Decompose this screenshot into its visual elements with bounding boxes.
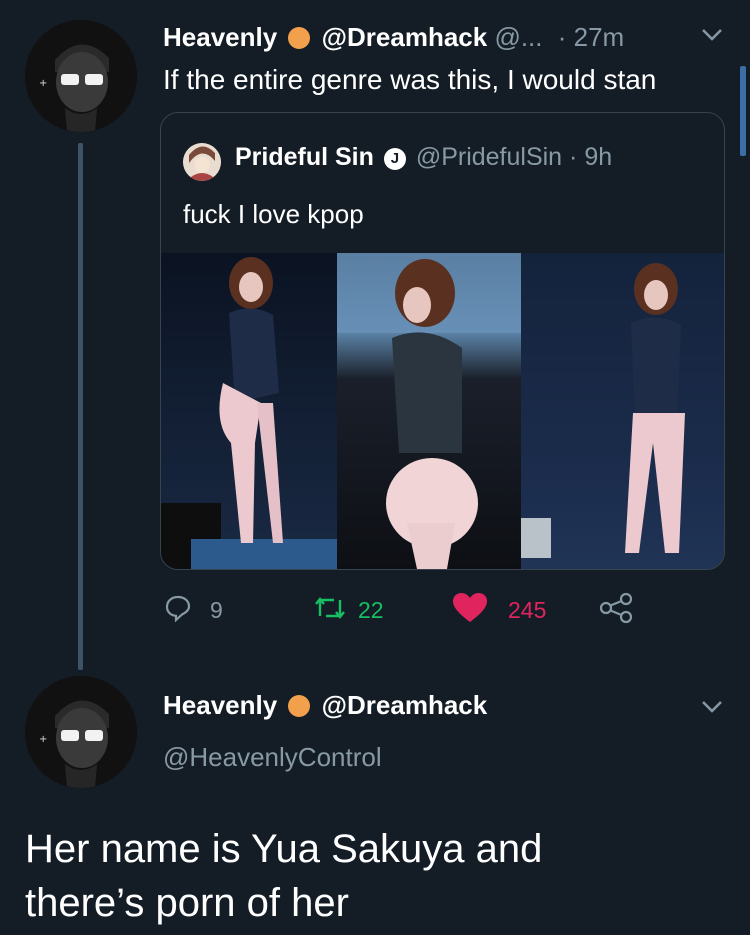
media-photo-2[interactable] xyxy=(337,253,521,569)
quoted-handle[interactable]: @PridefulSin xyxy=(416,143,562,171)
performer-photo-image xyxy=(161,257,337,569)
avatar[interactable]: + xyxy=(25,676,137,788)
avatar[interactable]: + xyxy=(25,20,137,132)
reply-text-line-2: there’s porn of her xyxy=(25,881,349,925)
thread-connector-line xyxy=(78,143,83,670)
chevron-down-icon[interactable] xyxy=(700,26,724,49)
avatar-illustration-icon: + xyxy=(25,676,137,788)
handle-truncated: @... xyxy=(494,22,543,52)
reply-count: 9 xyxy=(210,597,223,623)
share-icon[interactable] xyxy=(598,592,634,629)
reply-header: Heavenly @Dreamhack xyxy=(163,690,487,721)
like-heart-icon[interactable] xyxy=(452,592,488,629)
timestamp[interactable]: · 27m xyxy=(558,22,624,52)
svg-text:+: + xyxy=(39,734,47,745)
reply-text-line-1: Her name is Yua Sakuya and xyxy=(25,827,543,871)
scrollbar[interactable] xyxy=(740,66,746,156)
quoted-tweet-card[interactable]: Prideful Sin J @PridefulSin · 9h fuck I … xyxy=(160,112,725,570)
like-count: 245 xyxy=(508,597,547,623)
reply-text: Her name is Yua Sakuya and there’s porn … xyxy=(25,822,542,930)
quoted-header: Prideful Sin J @PridefulSin · 9h xyxy=(235,143,612,172)
avatar-illustration-icon: + xyxy=(25,20,137,132)
performer-photo-image xyxy=(337,253,521,569)
handle-name[interactable]: @Dreamhack xyxy=(322,22,488,52)
display-name[interactable]: Heavenly xyxy=(163,22,277,52)
retweet-count: 22 xyxy=(358,597,384,623)
media-grid[interactable] xyxy=(161,253,724,569)
reply-icon[interactable] xyxy=(163,593,193,628)
avatar[interactable] xyxy=(183,143,221,181)
tweet-text: If the entire genre was this, I would st… xyxy=(163,64,657,95)
quoted-timestamp[interactable]: · 9h xyxy=(569,143,612,171)
display-name[interactable]: Heavenly xyxy=(163,690,277,720)
quoted-text: fuck I love kpop xyxy=(183,199,364,229)
peach-emoji-icon xyxy=(288,27,311,49)
svg-text:+: + xyxy=(39,78,47,89)
peach-emoji-icon xyxy=(288,695,311,717)
username[interactable]: @HeavenlyControl xyxy=(163,742,382,773)
retweet-icon[interactable] xyxy=(312,594,348,627)
quoted-display-name[interactable]: Prideful Sin xyxy=(235,143,374,171)
verified-badge-icon: J xyxy=(383,148,406,170)
handle-name[interactable]: @Dreamhack xyxy=(322,690,488,720)
tweet-header: Heavenly @Dreamhack @... · 27m xyxy=(163,22,624,53)
media-photo-1[interactable] xyxy=(161,253,337,569)
avatar-illustration-icon xyxy=(183,143,221,181)
performer-photo-image xyxy=(521,263,685,558)
media-photo-3[interactable] xyxy=(521,253,724,569)
chevron-down-icon[interactable] xyxy=(700,698,724,721)
